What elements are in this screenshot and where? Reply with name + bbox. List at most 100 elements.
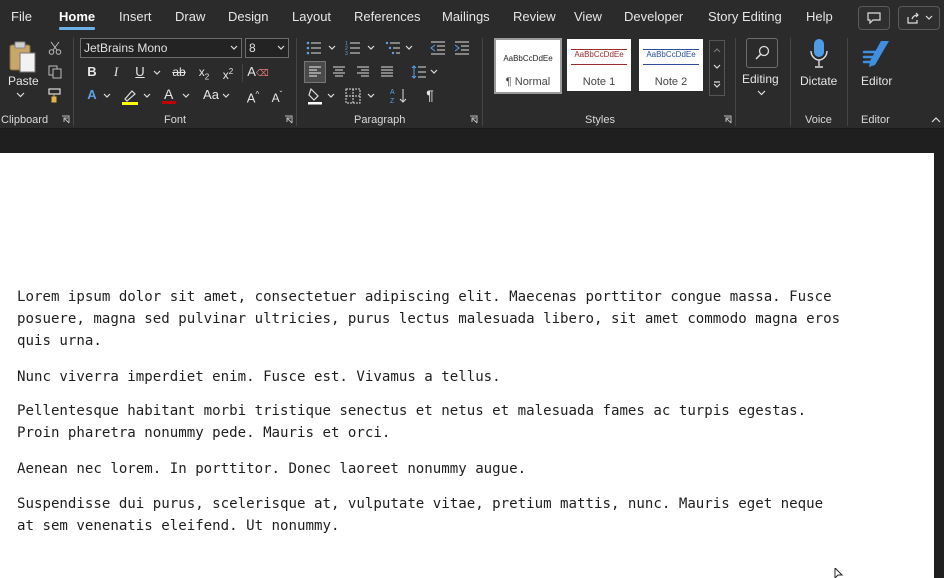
justify-icon[interactable] bbox=[377, 62, 397, 82]
tab-home[interactable]: Home bbox=[59, 0, 96, 34]
comment-icon bbox=[867, 12, 881, 24]
shrink-font-icon[interactable]: Aˇ bbox=[266, 85, 288, 105]
numbering-icon[interactable]: 123 bbox=[343, 38, 363, 58]
text-effects-chevron-icon[interactable] bbox=[103, 93, 111, 99]
paste-chevron-icon[interactable] bbox=[16, 92, 25, 98]
dictate-button[interactable]: Dictate bbox=[800, 74, 837, 88]
tab-story-editing[interactable]: Story Editing bbox=[708, 0, 782, 34]
paragraph-5[interactable]: Suspendisse dui purus, scelerisque at, v… bbox=[17, 493, 907, 537]
align-right-icon[interactable] bbox=[353, 62, 373, 82]
chevron-up-icon[interactable] bbox=[713, 47, 721, 53]
cut-icon[interactable] bbox=[46, 39, 64, 57]
paragraph-launcher-icon[interactable] bbox=[469, 115, 478, 124]
font-launcher-icon[interactable] bbox=[284, 115, 293, 124]
font-size-value: 8 bbox=[249, 41, 256, 55]
highlight-chevron-icon[interactable] bbox=[143, 93, 151, 99]
tab-review[interactable]: Review bbox=[513, 0, 556, 34]
decrease-indent-icon[interactable] bbox=[428, 38, 448, 58]
document-page[interactable]: Lorem ipsum dolor sit amet, consectetuer… bbox=[0, 153, 934, 578]
paragraph-2[interactable]: Nunc viverra imperdiet enim. Fusce est. … bbox=[17, 366, 907, 388]
copy-icon[interactable] bbox=[46, 63, 64, 81]
sort-icon[interactable]: AZ bbox=[389, 85, 409, 107]
paragraph-4[interactable]: Aenean nec lorem. In porttitor. Donec la… bbox=[17, 458, 907, 480]
change-case-icon[interactable]: Aa bbox=[198, 85, 224, 105]
shading-icon[interactable] bbox=[305, 85, 325, 107]
tab-design[interactable]: Design bbox=[228, 0, 268, 34]
style-preview: AaBbCcDdEe bbox=[503, 54, 553, 63]
show-formatting-marks-icon[interactable]: ¶ bbox=[419, 85, 441, 105]
italic-icon[interactable]: I bbox=[105, 62, 127, 82]
mouse-cursor-icon bbox=[834, 568, 844, 578]
borders-chevron-icon[interactable] bbox=[367, 93, 375, 99]
paragraph-1[interactable]: Lorem ipsum dolor sit amet, consectetuer… bbox=[17, 286, 907, 352]
style-note-1[interactable]: AaBbCcDdEe Note 1 bbox=[567, 39, 631, 91]
underline-chevron-icon[interactable] bbox=[153, 70, 161, 76]
paste-button[interactable]: Paste bbox=[8, 74, 39, 88]
paragraph-group-label: Paragraph bbox=[354, 114, 406, 126]
format-painter-icon[interactable] bbox=[46, 86, 64, 104]
shading-chevron-icon[interactable] bbox=[327, 93, 335, 99]
line-spacing-icon[interactable] bbox=[409, 62, 429, 82]
multilevel-chevron-icon[interactable] bbox=[405, 45, 413, 51]
editor-icon[interactable] bbox=[860, 37, 894, 71]
tab-references[interactable]: References bbox=[354, 0, 420, 34]
font-name-value: JetBrains Mono bbox=[84, 41, 168, 55]
editor-button[interactable]: Editor bbox=[861, 74, 892, 88]
editing-chevron-icon[interactable] bbox=[757, 90, 766, 96]
clear-formatting-icon[interactable]: A⌫ bbox=[247, 62, 269, 82]
collapse-ribbon-icon[interactable] bbox=[931, 116, 941, 123]
style-preview: AaBbCcDdEe bbox=[646, 50, 696, 59]
ribbon: Paste Clipboard JetBrains Mono 8 B I U a… bbox=[0, 34, 944, 129]
text-effects-icon[interactable]: A bbox=[81, 85, 103, 105]
editor-group-label: Editor bbox=[861, 114, 890, 126]
paragraph-3[interactable]: Pellentesque habitant morbi tristique se… bbox=[17, 400, 907, 444]
line-spacing-chevron-icon[interactable] bbox=[430, 69, 438, 75]
font-color-icon[interactable]: A bbox=[158, 85, 180, 107]
editing-button[interactable]: Editing bbox=[742, 72, 779, 86]
clipboard-launcher-icon[interactable] bbox=[61, 115, 70, 124]
font-color-chevron-icon[interactable] bbox=[182, 93, 190, 99]
tab-help[interactable]: Help bbox=[806, 0, 833, 34]
tab-draw[interactable]: Draw bbox=[175, 0, 205, 34]
styles-launcher-icon[interactable] bbox=[723, 115, 732, 124]
highlight-icon[interactable] bbox=[119, 86, 141, 108]
numbering-chevron-icon[interactable] bbox=[367, 45, 375, 51]
menu-file[interactable]: File bbox=[11, 0, 32, 34]
tab-developer[interactable]: Developer bbox=[624, 0, 683, 34]
tab-view[interactable]: View bbox=[574, 0, 602, 34]
align-center-icon[interactable] bbox=[329, 62, 349, 82]
font-size-box[interactable]: 8 bbox=[245, 38, 289, 58]
superscript-icon[interactable]: x2 bbox=[217, 62, 239, 82]
style-note-2[interactable]: AaBbCcDdEe Note 2 bbox=[639, 39, 703, 91]
voice-group-label: Voice bbox=[805, 114, 832, 126]
find-icon[interactable] bbox=[746, 38, 778, 68]
subscript-icon[interactable]: x2 bbox=[193, 62, 215, 82]
bullets-chevron-icon[interactable] bbox=[328, 45, 336, 51]
bold-icon[interactable]: B bbox=[81, 62, 103, 82]
more-styles-icon[interactable] bbox=[713, 81, 721, 89]
tab-insert[interactable]: Insert bbox=[119, 0, 152, 34]
styles-scroll[interactable] bbox=[709, 40, 725, 96]
font-group-label: Font bbox=[164, 114, 187, 126]
multilevel-list-icon[interactable] bbox=[383, 38, 403, 58]
paste-icon[interactable] bbox=[6, 39, 38, 75]
bullets-icon[interactable] bbox=[304, 38, 324, 58]
tab-mailings[interactable]: Mailings bbox=[442, 0, 490, 34]
divider bbox=[735, 38, 736, 126]
underline-icon[interactable]: U bbox=[129, 62, 151, 82]
tab-layout[interactable]: Layout bbox=[292, 0, 331, 34]
comments-button[interactable] bbox=[858, 6, 890, 30]
font-name-box[interactable]: JetBrains Mono bbox=[80, 38, 242, 58]
microphone-icon[interactable] bbox=[806, 37, 832, 71]
chevron-down-icon[interactable] bbox=[713, 64, 721, 70]
change-case-chevron-icon[interactable] bbox=[222, 93, 230, 99]
share-icon bbox=[906, 12, 919, 24]
strikethrough-icon[interactable]: ab bbox=[168, 62, 190, 82]
share-button[interactable] bbox=[898, 6, 940, 30]
align-left-icon[interactable] bbox=[304, 61, 326, 83]
clipboard-group-label: Clipboard bbox=[1, 114, 49, 126]
grow-font-icon[interactable]: A^ bbox=[242, 85, 264, 105]
borders-icon[interactable] bbox=[343, 86, 363, 106]
increase-indent-icon[interactable] bbox=[452, 38, 472, 58]
style-normal[interactable]: AaBbCcDdEe ¶ Normal bbox=[494, 38, 562, 94]
